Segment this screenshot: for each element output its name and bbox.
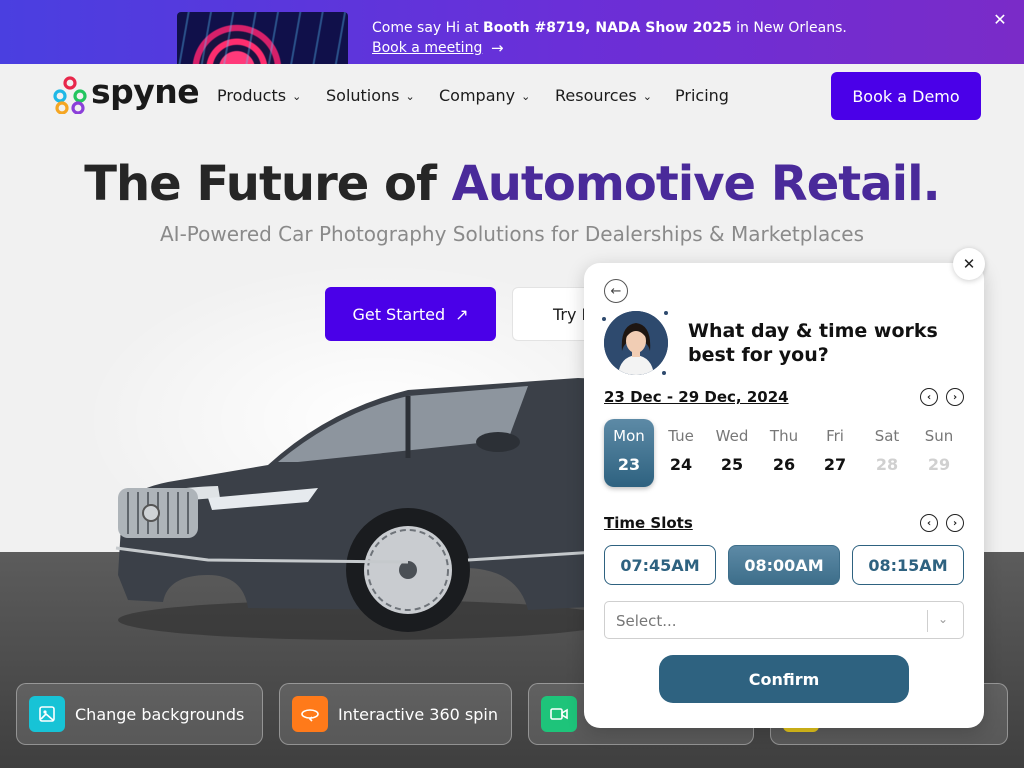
hero-subtitle: AI-Powered Car Photography Solutions for… — [160, 222, 864, 246]
day-sun: Sun 29 — [914, 419, 964, 487]
day-date: 25 — [720, 455, 744, 474]
spyne-logo-icon[interactable] — [52, 76, 88, 114]
day-fri[interactable]: Fri 27 — [810, 419, 860, 487]
day-name: Thu — [769, 427, 799, 445]
nav-resources[interactable]: Resources ⌄ — [555, 86, 652, 105]
feature-change-backgrounds[interactable]: Change backgrounds — [16, 683, 263, 745]
day-sat: Sat 28 — [862, 419, 912, 487]
nav-pricing-label: Pricing — [675, 86, 729, 105]
banner-text-bold: Booth #8719, NADA Show 2025 — [483, 20, 732, 36]
timezone-select[interactable]: Select... ⌄ — [604, 601, 964, 639]
date-range: 23 Dec - 29 Dec, 2024 — [604, 388, 789, 406]
chevron-right-icon[interactable]: › — [946, 388, 964, 406]
nav-company[interactable]: Company ⌄ — [439, 86, 530, 105]
close-icon[interactable]: ✕ — [953, 248, 985, 280]
scheduler-question: What day & time works best for you? — [688, 320, 938, 366]
nav-products[interactable]: Products ⌄ — [217, 86, 301, 105]
nav-company-label: Company — [439, 86, 516, 105]
chevron-down-icon: ⌄ — [292, 90, 302, 103]
day-thu[interactable]: Thu 26 — [759, 419, 809, 487]
avatar — [604, 311, 668, 375]
hero-title-part1: The Future of — [84, 156, 452, 212]
try-button-label: Try I — [553, 304, 587, 324]
arrow-right-icon: → — [491, 39, 504, 57]
day-date: 28 — [875, 455, 899, 474]
chevron-down-icon[interactable]: ⌄ — [938, 612, 948, 626]
confirm-button[interactable]: Confirm — [659, 655, 909, 703]
day-name: Mon — [613, 427, 645, 445]
banner-text: Come say Hi at Booth #8719, NADA Show 20… — [372, 19, 847, 37]
get-started-button[interactable]: Get Started ↗ — [325, 287, 496, 341]
select-separator — [927, 610, 928, 632]
banner-thumbnail — [177, 12, 348, 64]
arrow-up-right-icon: ↗ — [455, 304, 469, 324]
day-date: 27 — [823, 455, 847, 474]
chevron-left-icon[interactable]: ‹ — [920, 514, 938, 532]
time-slot-selected[interactable]: 08:00AM — [728, 545, 840, 585]
nav-solutions[interactable]: Solutions ⌄ — [326, 86, 415, 105]
hero-title: The Future of Automotive Retail. — [0, 156, 1024, 212]
close-icon[interactable]: ✕ — [992, 10, 1008, 29]
feature-label: Interactive 360 spin — [338, 704, 498, 724]
chevron-right-icon[interactable]: › — [946, 514, 964, 532]
time-slot[interactable]: 07:45AM — [604, 545, 716, 585]
get-started-label: Get Started — [352, 304, 446, 324]
time-slot[interactable]: 08:15AM — [852, 545, 964, 585]
day-name: Sun — [924, 427, 954, 445]
nav-pricing[interactable]: Pricing — [675, 86, 729, 105]
nav-resources-label: Resources — [555, 86, 637, 105]
logo-wordmark[interactable]: spyne — [91, 72, 200, 111]
nav-solutions-label: Solutions — [326, 86, 400, 105]
day-mon[interactable]: Mon 23 — [604, 419, 654, 487]
chevron-left-icon[interactable]: ‹ — [920, 388, 938, 406]
day-date: 29 — [927, 455, 951, 474]
day-name: Tue — [668, 427, 694, 445]
spin-360-icon — [292, 696, 328, 732]
day-name: Wed — [715, 427, 749, 445]
back-arrow-icon[interactable]: ← — [604, 279, 628, 303]
day-date: 26 — [772, 455, 796, 474]
day-name: Sat — [874, 427, 900, 445]
feature-label: Change backgrounds — [75, 704, 245, 724]
nav-products-label: Products — [217, 86, 287, 105]
car-image — [115, 378, 628, 640]
video-icon — [541, 696, 577, 732]
chevron-down-icon: ⌄ — [405, 90, 415, 103]
banner-text-pre: Come say Hi at — [372, 20, 484, 36]
day-date: 24 — [669, 455, 693, 474]
day-tue[interactable]: Tue 24 — [656, 419, 706, 487]
avatar-decoration-dot — [602, 317, 606, 321]
announcement-banner: Come say Hi at Booth #8719, NADA Show 20… — [0, 0, 1024, 64]
book-demo-button[interactable]: Book a Demo — [831, 72, 981, 120]
time-slots-title: Time Slots — [604, 514, 693, 532]
chevron-down-icon: ⌄ — [521, 90, 531, 103]
book-meeting-link[interactable]: Book a meeting — [372, 40, 482, 56]
day-date: 23 — [617, 455, 641, 474]
hero-title-accent: Automotive Retail. — [451, 156, 941, 212]
day-wed[interactable]: Wed 25 — [707, 419, 757, 487]
avatar-decoration-dot — [662, 371, 666, 375]
image-icon — [29, 696, 65, 732]
day-name: Fri — [826, 427, 844, 445]
avatar-decoration-dot — [664, 311, 668, 315]
select-placeholder: Select... — [616, 612, 677, 630]
chevron-down-icon: ⌄ — [642, 90, 652, 103]
banner-text-post: in New Orleans. — [731, 20, 847, 36]
feature-interactive-360[interactable]: Interactive 360 spin — [279, 683, 512, 745]
